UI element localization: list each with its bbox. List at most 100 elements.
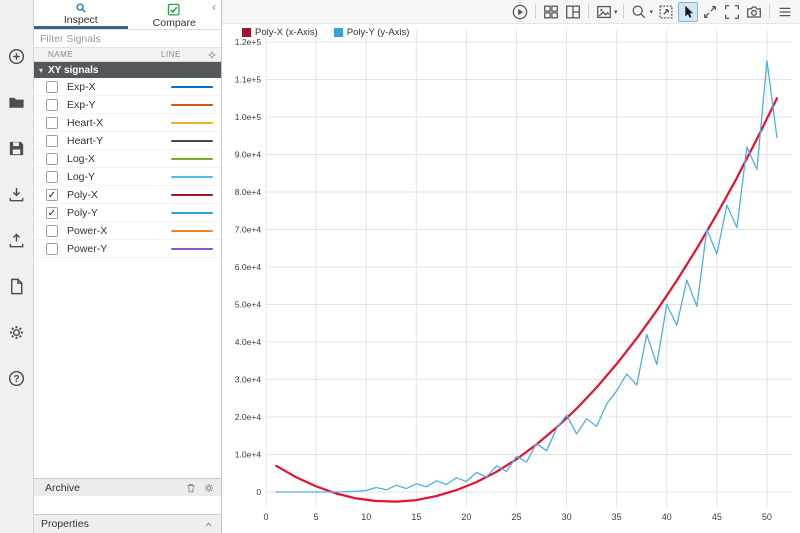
tab-compare[interactable]: Compare bbox=[128, 0, 222, 29]
checkbox-check-icon bbox=[168, 3, 180, 16]
signal-row[interactable]: Log-Y bbox=[34, 168, 221, 186]
y-tick-label: 9.0e+4 bbox=[235, 150, 262, 160]
signal-line-swatch[interactable] bbox=[171, 175, 213, 178]
properties-bar[interactable]: Properties bbox=[34, 514, 221, 533]
signal-line-swatch[interactable] bbox=[171, 121, 213, 124]
add-button[interactable] bbox=[7, 46, 27, 66]
signal-row[interactable]: Heart-X bbox=[34, 114, 221, 132]
properties-label: Properties bbox=[41, 518, 89, 530]
create-report-button[interactable] bbox=[7, 276, 27, 296]
export-button[interactable] bbox=[7, 230, 27, 250]
signal-name: Log-X bbox=[67, 152, 96, 165]
plot-toolbar: ▾ ▾ bbox=[222, 0, 800, 24]
y-tick-label: 0 bbox=[256, 487, 261, 497]
signal-name: Power-X bbox=[67, 224, 108, 237]
zoom-button[interactable]: ▾ bbox=[629, 2, 654, 22]
chevron-up-icon[interactable] bbox=[203, 519, 214, 530]
add-icon bbox=[8, 48, 25, 64]
legend-swatch-poly-x bbox=[242, 28, 251, 37]
signal-line-swatch[interactable] bbox=[171, 229, 213, 232]
fullscreen-icon bbox=[725, 4, 739, 19]
signal-row[interactable]: ✓ Poly-Y bbox=[34, 204, 221, 222]
search-icon bbox=[76, 3, 86, 13]
signal-name: Exp-Y bbox=[67, 98, 96, 111]
series-line-poly-x bbox=[274, 97, 779, 503]
signal-row[interactable]: Exp-Y bbox=[34, 96, 221, 114]
run-button[interactable] bbox=[510, 2, 530, 22]
camera-button[interactable] bbox=[744, 2, 764, 22]
archive-gear-icon[interactable] bbox=[203, 482, 215, 494]
tab-compare-label: Compare bbox=[152, 16, 196, 29]
signal-row[interactable]: Exp-X bbox=[34, 78, 221, 96]
help-button[interactable]: ? bbox=[7, 368, 27, 388]
x-tick-label: 30 bbox=[562, 512, 572, 522]
signal-line-swatch[interactable] bbox=[171, 247, 213, 250]
signal-checkbox[interactable] bbox=[46, 98, 58, 111]
open-button[interactable] bbox=[7, 92, 27, 112]
pointer-tool-button[interactable] bbox=[678, 1, 698, 22]
tab-inspect-label: Inspect bbox=[63, 14, 98, 26]
y-tick-label: 3.0e+4 bbox=[235, 375, 262, 385]
signal-row[interactable]: Log-X bbox=[34, 150, 221, 168]
legend-label-poly-x: Poly-X (x-Axis) bbox=[255, 27, 318, 38]
snapshot-button[interactable]: ▾ bbox=[594, 2, 619, 22]
signal-checkbox[interactable] bbox=[46, 224, 58, 237]
legend-swatch-poly-y bbox=[333, 28, 343, 37]
signal-line-swatch[interactable] bbox=[171, 139, 213, 142]
signal-line-swatch[interactable] bbox=[171, 193, 213, 196]
chart-container: Poly-X (x-Axis) Poly-Y (y-Axis) 0 5 10 15 20… bbox=[222, 24, 800, 533]
signal-line-swatch[interactable] bbox=[171, 157, 213, 160]
archive-bar[interactable]: Archive bbox=[34, 478, 221, 496]
signal-line-swatch[interactable] bbox=[171, 211, 213, 214]
signal-checkbox[interactable] bbox=[46, 152, 58, 165]
signal-group-header[interactable]: ▾ XY signals bbox=[34, 62, 221, 78]
import-button[interactable] bbox=[7, 184, 27, 204]
fullscreen-button[interactable] bbox=[722, 2, 742, 22]
signal-checkbox[interactable] bbox=[46, 116, 58, 129]
layout-custom-icon bbox=[566, 5, 580, 18]
signal-line-swatch[interactable] bbox=[171, 85, 213, 88]
signal-checkbox[interactable] bbox=[46, 134, 58, 147]
save-icon bbox=[9, 141, 24, 155]
signal-checkbox[interactable] bbox=[46, 242, 58, 255]
y-tick-label: 1.0e+4 bbox=[235, 450, 262, 460]
signal-checkbox[interactable] bbox=[46, 170, 58, 183]
toolbar-separator bbox=[587, 4, 589, 19]
signal-checkbox[interactable]: ✓ bbox=[46, 206, 58, 219]
series-line-poly-y bbox=[275, 60, 778, 493]
signal-checkbox[interactable]: ✓ bbox=[46, 188, 58, 201]
svg-text:?: ? bbox=[13, 374, 19, 385]
chart-svg[interactable]: 0 5 10 15 20 25 30 35 40 45 50 0 1.0e+4 2.0e+4 3.0e+4 4… bbox=[222, 24, 800, 533]
legend-item-poly-x[interactable]: Poly-X (x-Axis) bbox=[242, 27, 318, 38]
signal-row[interactable]: ✓ Poly-X bbox=[34, 186, 221, 204]
tab-inspect[interactable]: Inspect bbox=[34, 0, 128, 29]
collapse-sidebar-icon[interactable]: ‹ bbox=[208, 1, 220, 13]
signal-checkbox[interactable] bbox=[46, 80, 58, 93]
save-button[interactable] bbox=[7, 138, 27, 158]
x-tick-label: 20 bbox=[461, 512, 471, 522]
toolbar-separator bbox=[534, 4, 536, 19]
chevron-down-icon: ▾ bbox=[649, 8, 653, 16]
legend-item-poly-y[interactable]: Poly-Y (y-Axis) bbox=[333, 27, 409, 38]
signal-name: Exp-X bbox=[67, 80, 96, 93]
trash-icon[interactable] bbox=[185, 482, 197, 494]
expand-button[interactable] bbox=[700, 2, 720, 22]
signal-row[interactable]: Power-Y bbox=[34, 240, 221, 258]
filter-signals-input[interactable] bbox=[34, 30, 221, 47]
signal-line-swatch[interactable] bbox=[171, 103, 213, 106]
preferences-button[interactable] bbox=[7, 322, 27, 342]
signal-name: Heart-Y bbox=[67, 134, 104, 147]
x-tick-label: 5 bbox=[314, 512, 319, 522]
fit-to-view-button[interactable] bbox=[656, 2, 676, 22]
layout-grid-button[interactable] bbox=[541, 2, 561, 22]
signal-row[interactable]: Power-X bbox=[34, 222, 221, 240]
toolbar-separator bbox=[623, 4, 625, 19]
x-tick-label: 40 bbox=[662, 512, 672, 522]
left-toolbar: ? bbox=[0, 0, 34, 533]
signal-rows: Exp-X Exp-Y Heart-X Heart-Y Log-X Log-Y ✓ Poly-… bbox=[34, 78, 221, 258]
layout-custom-button[interactable] bbox=[563, 2, 583, 22]
menu-button[interactable] bbox=[775, 2, 795, 22]
signal-row[interactable]: Heart-Y bbox=[34, 132, 221, 150]
filter-row bbox=[34, 30, 221, 48]
column-settings-gear-icon[interactable] bbox=[207, 50, 217, 60]
